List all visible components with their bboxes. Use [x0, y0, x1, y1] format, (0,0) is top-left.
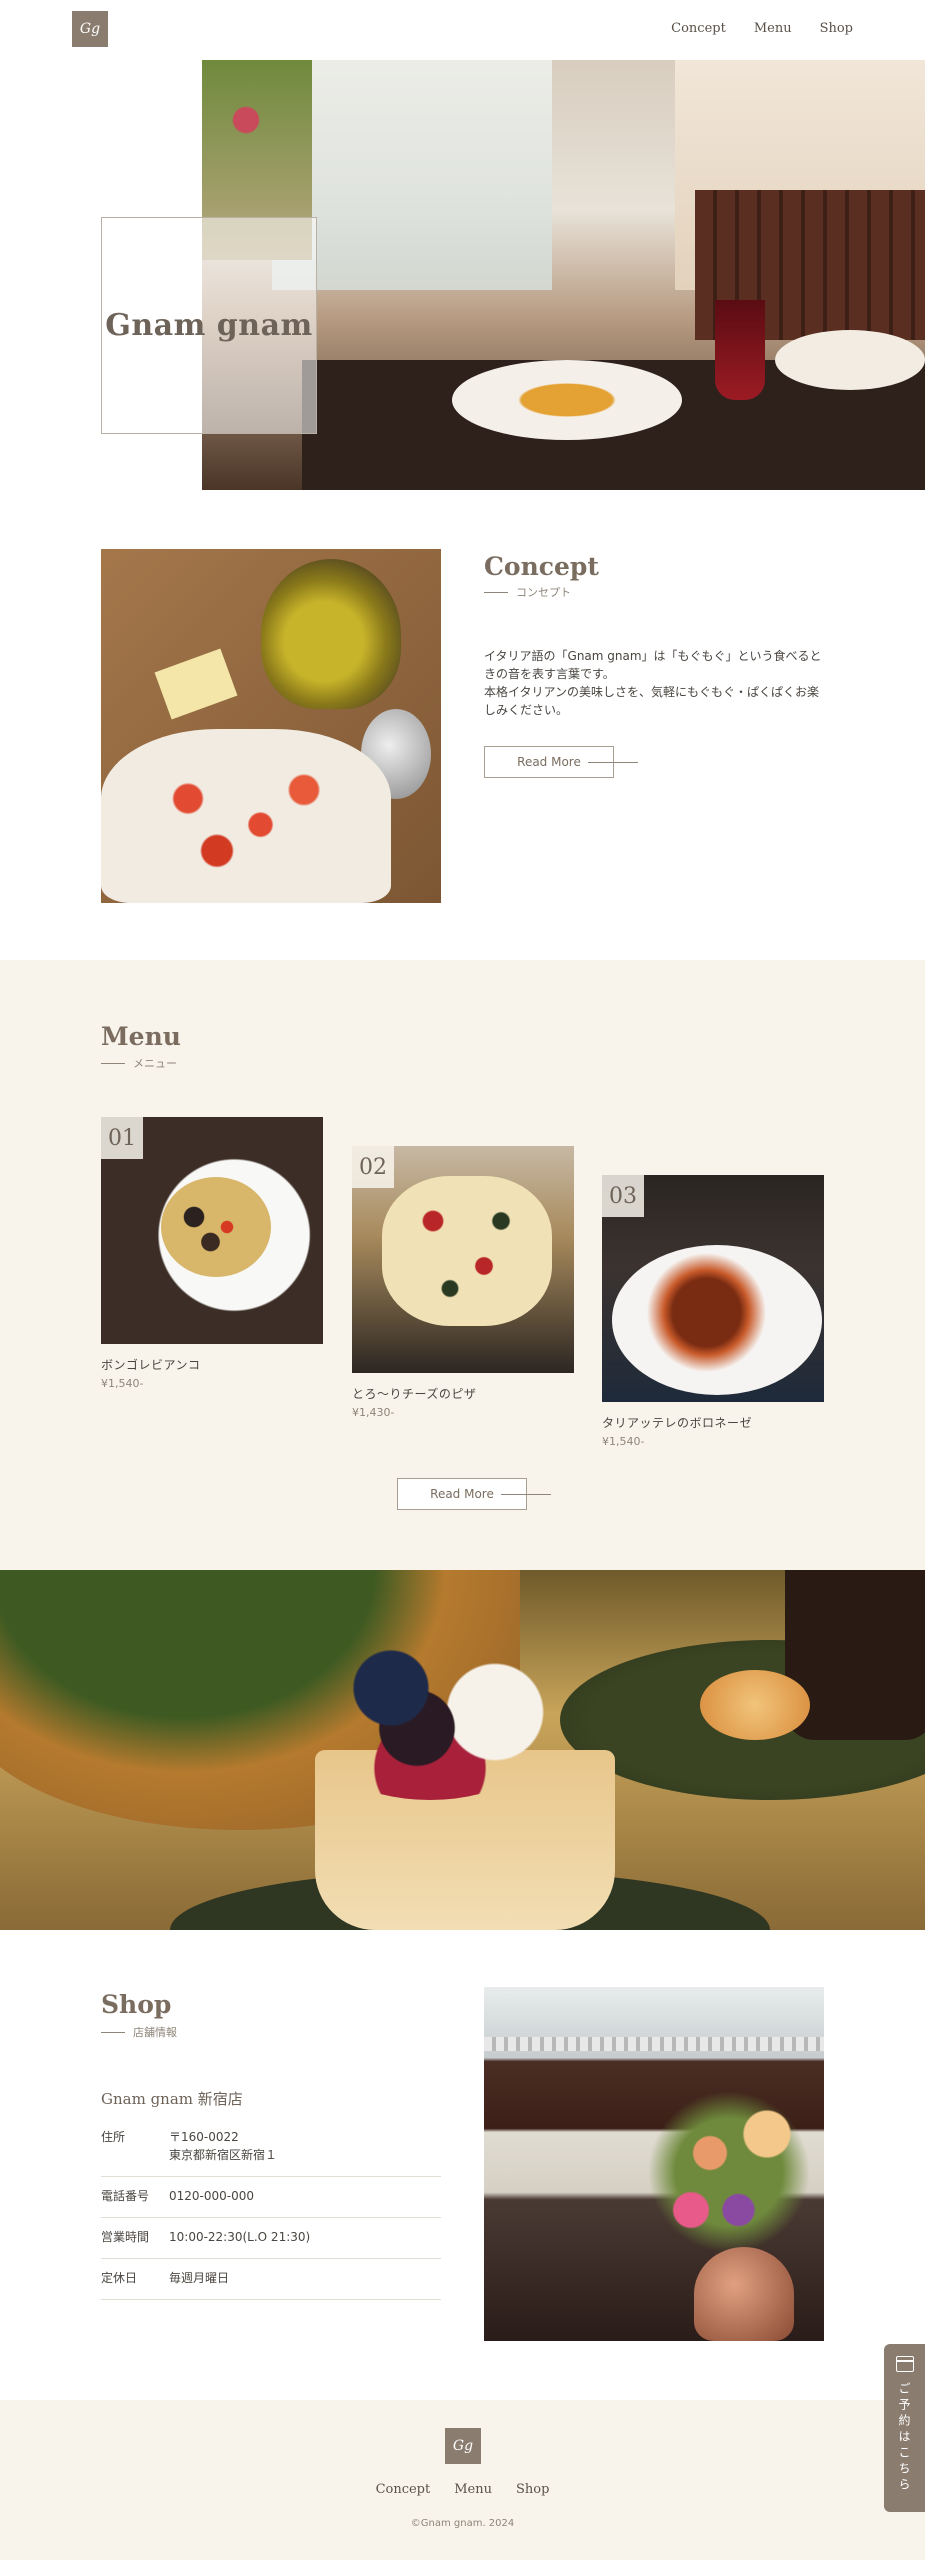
reservation-button[interactable]: ご予約はこちら [884, 2344, 925, 2512]
menu-subtitle-text: メニュー [133, 1057, 177, 1070]
menu-item-name: タリアッテレのボロネーゼ [602, 1416, 753, 1430]
menu-item-price: ¥1,430- [352, 1406, 395, 1419]
site-footer: Gg Concept Menu Shop ©Gnam gnam. 2024 [0, 2400, 925, 2560]
concept-body-line-1: イタリア語の「Gnam gnam」は「もぐもぐ」という食べるときの音を表す言葉で… [484, 649, 822, 681]
shop-image [484, 1987, 824, 2341]
menu-item-number: 01 [101, 1117, 143, 1159]
menu-item-number: 03 [602, 1175, 644, 1217]
menu-item-name: とろ〜りチーズのピザ [352, 1387, 477, 1401]
menu-item[interactable]: 02 とろ〜りチーズのピザ ¥1,430- [352, 1146, 574, 1419]
menu-item-photo[interactable]: 03 [602, 1175, 824, 1402]
logo-mark: Gg [79, 21, 101, 37]
shop-row-value: 〒160-0022 東京都新宿区新宿１ [169, 2128, 277, 2164]
logo-mark: Gg [452, 2438, 474, 2454]
menu-item[interactable]: 01 ボンゴレビアンコ ¥1,540- [101, 1117, 323, 1390]
concept-image [101, 549, 441, 903]
concept-subtitle-text: コンセプト [516, 586, 571, 599]
header-logo[interactable]: Gg [72, 11, 108, 47]
shop-store-name: Gnam gnam 新宿店 [101, 2090, 243, 2108]
dessert-banner-image [0, 1570, 925, 1930]
menu-subtitle: メニュー [101, 1055, 177, 1071]
menu-read-more-button[interactable]: Read More [397, 1478, 551, 1510]
shop-info-table: 住所 〒160-0022 東京都新宿区新宿１ 電話番号 0120-000-000… [101, 2118, 441, 2300]
footer-logo[interactable]: Gg [445, 2428, 481, 2464]
shop-row-value: 0120-000-000 [169, 2189, 255, 2203]
header-nav: Concept Menu Shop [671, 21, 853, 36]
hero-title: Gnam gnam [105, 308, 313, 343]
site-header: Gg Concept Menu Shop [0, 0, 925, 60]
menu-item-number: 02 [352, 1146, 394, 1188]
concept-body: イタリア語の「Gnam gnam」は「もぐもぐ」という食べるときの音を表す言葉で… [484, 647, 824, 719]
calendar-icon [895, 2356, 914, 2372]
shop-row-label: 住所 [101, 2130, 126, 2144]
footer-nav-menu[interactable]: Menu [454, 2482, 492, 2497]
shop-row-value: 10:00-22:30(L.O 21:30) [169, 2230, 311, 2244]
shop-row-label: 電話番号 [101, 2189, 150, 2203]
address-postal: 〒160-0022 [169, 2130, 239, 2144]
nav-shop[interactable]: Shop [820, 21, 853, 36]
shop-row-label: 定休日 [101, 2271, 138, 2285]
shop-row-phone: 電話番号 0120-000-000 [101, 2177, 441, 2218]
menu-item[interactable]: 03 タリアッテレのボロネーゼ ¥1,540- [602, 1175, 824, 1448]
address-street: 東京都新宿区新宿１ [169, 2148, 278, 2162]
concept-body-line-2: 本格イタリアンの美味しさを、気軽にもぐもぐ・ぱくぱくお楽しみください。 [484, 685, 820, 717]
shop-row-holiday: 定休日 毎週月曜日 [101, 2259, 441, 2300]
shop-row-hours: 営業時間 10:00-22:30(L.O 21:30) [101, 2218, 441, 2259]
shop-subtitle-text: 店舗情報 [133, 2026, 177, 2039]
concept-title: Concept [484, 552, 599, 581]
menu-item-photo[interactable]: 02 [352, 1146, 574, 1373]
nav-concept[interactable]: Concept [671, 21, 726, 36]
hero-title-box: Gnam gnam [101, 217, 317, 434]
footer-nav: Concept Menu Shop [0, 2482, 925, 2497]
shop-title: Shop [101, 1990, 172, 2019]
concept-subtitle: コンセプト [484, 584, 571, 600]
menu-item-price: ¥1,540- [602, 1435, 645, 1448]
shop-subtitle: 店舗情報 [101, 2024, 177, 2040]
footer-nav-concept[interactable]: Concept [376, 2482, 431, 2497]
shop-row-label: 営業時間 [101, 2230, 150, 2244]
menu-item-price: ¥1,540- [101, 1377, 144, 1390]
menu-title: Menu [101, 1022, 181, 1051]
shop-row-value: 毎週月曜日 [169, 2271, 230, 2285]
footer-nav-shop[interactable]: Shop [516, 2482, 549, 2497]
reservation-label: ご予約はこちら [897, 2382, 911, 2494]
menu-item-name: ボンゴレビアンコ [101, 1358, 201, 1372]
concept-read-more-button[interactable]: Read More [484, 746, 638, 778]
shop-row-address: 住所 〒160-0022 東京都新宿区新宿１ [101, 2118, 441, 2177]
copyright: ©Gnam gnam. 2024 [410, 2518, 515, 2529]
nav-menu[interactable]: Menu [754, 21, 792, 36]
menu-item-photo[interactable]: 01 [101, 1117, 323, 1344]
